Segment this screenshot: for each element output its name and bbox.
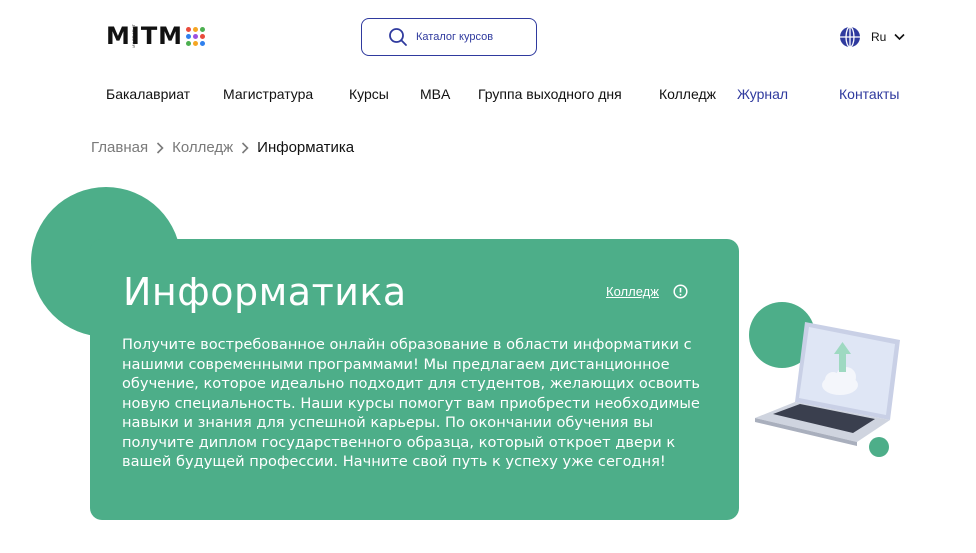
chevron-down-icon xyxy=(894,33,905,41)
logo-dot xyxy=(186,33,192,39)
chevron-right-icon xyxy=(156,141,164,154)
nav-item-master[interactable]: Магистратура xyxy=(223,86,313,102)
nav-item-college[interactable]: Колледж xyxy=(659,86,716,102)
language-switcher[interactable]: Ru xyxy=(839,26,905,48)
logo-dot xyxy=(193,26,199,32)
laptop-illustration xyxy=(745,300,905,460)
language-code: Ru xyxy=(871,30,887,44)
logo-dot xyxy=(200,26,206,32)
catalog-label: Каталог курсов xyxy=(416,31,494,43)
catalog-search-button[interactable]: Каталог курсов xyxy=(361,18,537,56)
breadcrumb-home[interactable]: Главная xyxy=(91,139,148,156)
breadcrumb-college[interactable]: Колледж xyxy=(172,139,233,156)
globe-icon xyxy=(840,26,860,48)
college-tag-label: Колледж xyxy=(606,284,659,299)
search-icon xyxy=(389,28,407,46)
logo-dots xyxy=(186,26,206,46)
nav-item-courses[interactable]: Курсы xyxy=(349,86,389,102)
info-icon xyxy=(673,284,688,299)
logo-text: MITM xyxy=(106,22,184,50)
nav-item-contacts[interactable]: Контакты xyxy=(839,86,899,102)
laptop-icon xyxy=(749,302,900,457)
breadcrumb-current: Информатика xyxy=(257,139,355,156)
logo-vertical-text: ИНСТИТУТ xyxy=(131,24,136,48)
logo-dot xyxy=(200,40,206,46)
logo-dot xyxy=(186,26,192,32)
page-title: Информатика xyxy=(123,270,407,314)
nav-item-weekend-group[interactable]: Группа выходного дня xyxy=(478,86,622,102)
logo-dot xyxy=(186,40,192,46)
nav-item-mba[interactable]: MBA xyxy=(420,86,450,102)
logo-dot xyxy=(193,40,199,46)
hero-description: Получите востребованное онлайн образован… xyxy=(122,336,700,470)
chevron-right-icon xyxy=(241,141,249,154)
breadcrumb: Главная Колледж Информатика xyxy=(91,139,354,156)
logo-dot xyxy=(193,33,199,39)
logo-dot xyxy=(200,33,206,39)
college-tag-link[interactable]: Колледж xyxy=(606,284,688,299)
nav-item-bachelor[interactable]: Бакалавриат xyxy=(106,86,190,102)
nav-item-journal[interactable]: Журнал xyxy=(737,86,788,102)
logo[interactable]: MITM ИНСТИТУТ xyxy=(106,22,206,50)
